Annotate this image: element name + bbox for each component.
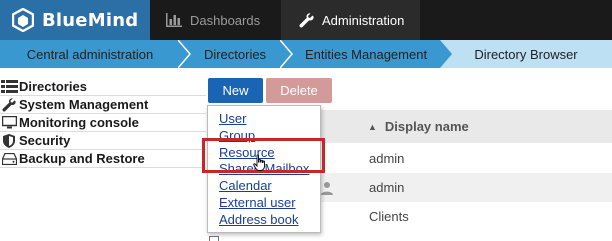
app-name: BlueMind — [42, 9, 139, 31]
shield-icon — [0, 133, 18, 148]
row-checkbox[interactable] — [209, 236, 219, 241]
nav-administration-label: Administration — [322, 12, 405, 28]
wrench-icon — [0, 97, 18, 112]
sidebar-item-security[interactable]: Security — [0, 132, 206, 150]
display-name-cell: admin — [369, 151, 405, 166]
display-name-cell: Clients — [369, 209, 409, 224]
breadcrumb-directories[interactable]: Directories — [190, 40, 280, 68]
bar-chart-icon — [166, 13, 182, 27]
sidebar-item-label: Security — [19, 133, 71, 148]
column-header-label: Display name — [384, 119, 469, 134]
column-header-display-name[interactable]: ▲ Display name — [334, 110, 612, 143]
top-bar: BlueMind Dashboards Administration — [0, 0, 612, 40]
breadcrumb-central-administration[interactable]: Central administration — [0, 40, 180, 68]
sidebar-item-system-management[interactable]: System Management — [0, 96, 206, 114]
wrench-icon — [299, 12, 314, 28]
menu-item-external-user[interactable]: External user — [208, 195, 320, 212]
breadcrumb-label: Entities Management — [304, 46, 428, 62]
list-icon — [0, 80, 18, 94]
breadcrumb-label: Central administration — [26, 46, 154, 62]
breadcrumb: Central administration Directories Entit… — [0, 40, 612, 68]
sidebar-item-label: System Management — [19, 97, 149, 112]
display-name-cell: admin — [369, 180, 405, 195]
new-button[interactable]: New — [208, 78, 263, 103]
breadcrumb-directory-browser[interactable]: Directory Browser — [440, 40, 612, 68]
delete-button[interactable]: Delete — [266, 78, 332, 103]
menu-item-address-book[interactable]: Address book — [208, 212, 320, 229]
sort-ascending-icon: ▲ — [368, 121, 377, 132]
nav-dashboards-label: Dashboards — [190, 12, 261, 28]
sidebar-item-backup-restore[interactable]: Backup and Restore — [0, 150, 206, 168]
drive-icon — [0, 152, 18, 166]
bluemind-logo-icon — [12, 8, 34, 32]
sidebar-item-monitoring-console[interactable]: Monitoring console — [0, 114, 206, 132]
sidebar-item-directories[interactable]: Directories — [0, 78, 206, 96]
hand-cursor-icon — [253, 154, 265, 171]
sidebar-item-label: Backup and Restore — [19, 151, 145, 166]
menu-item-calendar[interactable]: Calendar — [208, 178, 320, 195]
sidebar: Directories System Management Monitoring… — [0, 78, 206, 168]
menu-item-user[interactable]: User — [208, 111, 320, 128]
breadcrumb-entities-management[interactable]: Entities Management — [292, 40, 440, 68]
sidebar-item-label: Directories — [19, 79, 87, 94]
nav-administration[interactable]: Administration — [281, 0, 420, 40]
user-icon — [321, 182, 333, 195]
nav-dashboards[interactable]: Dashboards — [150, 0, 280, 40]
sidebar-item-label: Monitoring console — [19, 115, 139, 130]
bluemind-logo[interactable]: BlueMind — [0, 0, 150, 40]
breadcrumb-label: Directory Browser — [474, 46, 578, 62]
monitor-icon — [0, 116, 18, 130]
breadcrumb-label: Directories — [203, 46, 267, 62]
